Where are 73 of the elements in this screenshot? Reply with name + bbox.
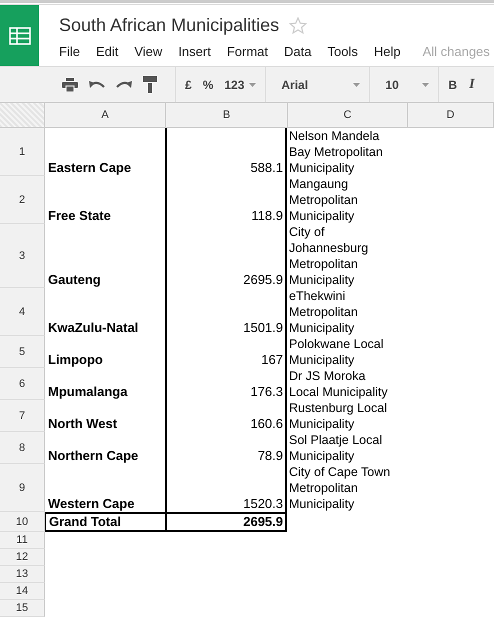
row-header[interactable]: 11: [0, 532, 45, 549]
municipality-name: eThekwini Metropolitan Municipality: [289, 288, 358, 336]
percent-button[interactable]: %: [202, 78, 214, 92]
row-header[interactable]: 9: [0, 464, 45, 512]
caret-icon[interactable]: [422, 82, 430, 86]
row-header[interactable]: 15: [0, 600, 45, 617]
sheets-logo-icon[interactable]: [0, 5, 39, 66]
font-size-dropdown[interactable]: 10: [385, 78, 399, 92]
row-header[interactable]: 1: [0, 128, 45, 176]
menu-item[interactable]: Edit: [96, 44, 118, 59]
row-header[interactable]: 5: [0, 336, 45, 368]
value-cell: 160.6: [250, 416, 283, 432]
municipality-name: Nelson Mandela Bay Metropolitan Municipality: [289, 128, 383, 176]
region-name: Eastern Cape: [48, 160, 132, 176]
row-header[interactable]: 10: [0, 512, 45, 532]
menu-item[interactable]: Data: [284, 44, 312, 59]
row-header[interactable]: 4: [0, 288, 45, 336]
value-cell: 167: [261, 352, 283, 368]
value-cell: 118.9: [251, 208, 283, 224]
municipality-name: Sol Plaatje Local Municipality: [289, 432, 382, 464]
menu-item[interactable]: View: [134, 44, 162, 59]
column-header[interactable]: A: [45, 103, 166, 127]
municipality-name: Rustenburg Local Municipality: [289, 400, 387, 432]
municipality-name: City of Cape Town Metropolitan Municipality: [289, 464, 390, 512]
region-name: Limpopo: [48, 352, 103, 368]
bold-button[interactable]: B: [448, 78, 458, 92]
region-name: Northern Cape: [48, 448, 138, 464]
value-cell: 2695.9: [243, 514, 283, 530]
document-title[interactable]: South African Municipalities: [59, 14, 280, 36]
region-name: KwaZulu-Natal: [48, 320, 138, 336]
value-cell: 176.3: [250, 384, 283, 400]
value-cell: 2695.9: [243, 272, 283, 288]
currency-button[interactable]: £: [185, 78, 192, 92]
save-status: All changes: [422, 44, 490, 59]
municipality-name: Polokwane Local Municipality: [289, 336, 384, 368]
region-name: Grand Total: [49, 514, 121, 530]
region-name: Western Cape: [48, 496, 134, 512]
print-icon[interactable]: [62, 78, 78, 92]
value-cell: 1501.9: [243, 320, 283, 336]
menu-item[interactable]: Help: [374, 44, 401, 59]
region-name: North West: [48, 416, 118, 432]
value-cell: 588.1: [250, 160, 283, 176]
star-icon[interactable]: [289, 16, 308, 34]
column-header[interactable]: C: [288, 103, 408, 127]
value-cell: 1520.3: [243, 496, 283, 512]
menu-item[interactable]: Tools: [327, 44, 358, 59]
row-header[interactable]: 14: [0, 583, 45, 600]
row-header[interactable]: 7: [0, 400, 45, 432]
row-header[interactable]: 8: [0, 432, 45, 464]
region-name: Free State: [48, 208, 111, 224]
menu-item[interactable]: Format: [226, 44, 268, 59]
municipality-name: Mangaung Metropolitan Municipality: [289, 176, 358, 224]
region-name: Mpumalanga: [48, 384, 128, 400]
caret-icon[interactable]: [249, 82, 256, 86]
column-header[interactable]: B: [166, 103, 288, 127]
row-header[interactable]: 6: [0, 368, 45, 400]
paint-roller-icon[interactable]: [143, 76, 157, 93]
region-name: Gauteng: [48, 272, 101, 288]
caret-icon[interactable]: [353, 82, 360, 86]
menu-item[interactable]: File: [59, 44, 80, 59]
undo-icon[interactable]: [89, 80, 105, 90]
font-dropdown[interactable]: Arial: [281, 78, 308, 92]
municipality-name: Dr JS Moroka Local Municipality: [289, 368, 388, 400]
row-header[interactable]: 3: [0, 224, 45, 288]
italic-button[interactable]: I: [469, 76, 475, 92]
redo-icon[interactable]: [116, 80, 132, 90]
number-format-button[interactable]: 123: [224, 78, 244, 92]
column-header[interactable]: D: [408, 103, 494, 127]
row-header[interactable]: 12: [0, 549, 45, 566]
row-header[interactable]: 2: [0, 176, 45, 224]
row-header[interactable]: 13: [0, 566, 45, 583]
menu-item[interactable]: Insert: [178, 44, 211, 59]
value-cell: 78.9: [258, 448, 283, 464]
